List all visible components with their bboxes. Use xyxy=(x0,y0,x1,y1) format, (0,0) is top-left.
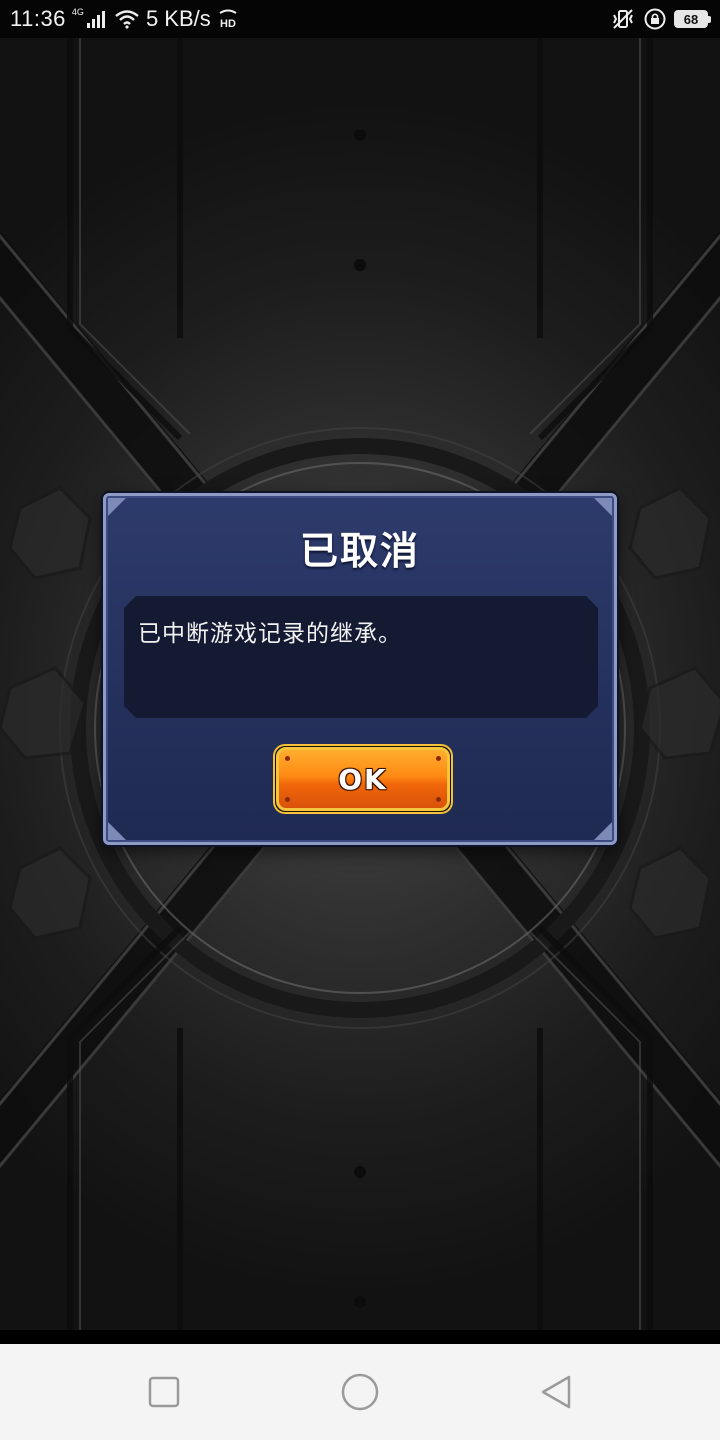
button-rivet xyxy=(285,756,290,761)
button-rivet xyxy=(436,797,441,802)
hd-icon: HD xyxy=(219,9,237,29)
vibrate-icon xyxy=(613,9,633,29)
button-rivet xyxy=(285,797,290,802)
wifi-icon xyxy=(115,10,139,29)
circle-icon xyxy=(341,1373,379,1411)
status-time: 11:36 xyxy=(10,6,66,31)
network-speed: 5 KB/s xyxy=(145,6,211,31)
dialog-corner-ornament xyxy=(594,498,612,516)
dialog-corner-ornament xyxy=(108,498,126,516)
home-button[interactable] xyxy=(340,1372,380,1412)
network-type-label: 4G xyxy=(71,7,84,17)
navigation-bar xyxy=(0,1344,720,1440)
triangle-back-icon xyxy=(541,1375,571,1409)
app-screen: 11:36 4G 5 KB/s HD 68 已取消 已中断游戏记录的继承。 OK xyxy=(0,0,720,1440)
back-button[interactable] xyxy=(536,1372,576,1412)
dialog-title: 已取消 xyxy=(299,529,420,573)
cancel-dialog: 已取消 已中断游戏记录的继承。 OK xyxy=(103,493,617,845)
dialog-corner-ornament xyxy=(108,822,126,840)
ok-button-label[interactable]: OK xyxy=(338,763,388,796)
hd-label: HD xyxy=(220,18,236,29)
ok-button-face[interactable]: OK xyxy=(276,747,450,811)
nav-divider xyxy=(0,1330,720,1344)
signal-icon xyxy=(86,11,105,28)
battery-level: 68 xyxy=(683,11,699,27)
message-box: 已中断游戏记录的继承。 xyxy=(124,596,598,718)
square-icon xyxy=(148,1376,180,1408)
dialog-corner-ornament xyxy=(594,822,612,840)
status-bar: 11:36 4G 5 KB/s HD 68 xyxy=(0,0,720,38)
game-background: 已取消 已中断游戏记录的继承。 OK xyxy=(0,38,720,1330)
lock-rotation-icon xyxy=(644,8,666,30)
ok-button[interactable]: OK xyxy=(273,744,453,814)
battery-icon: 68 xyxy=(674,10,711,28)
dialog-message: 已中断游戏记录的继承。 xyxy=(138,621,402,647)
button-rivet xyxy=(436,756,441,761)
recent-apps-button[interactable] xyxy=(144,1372,184,1412)
